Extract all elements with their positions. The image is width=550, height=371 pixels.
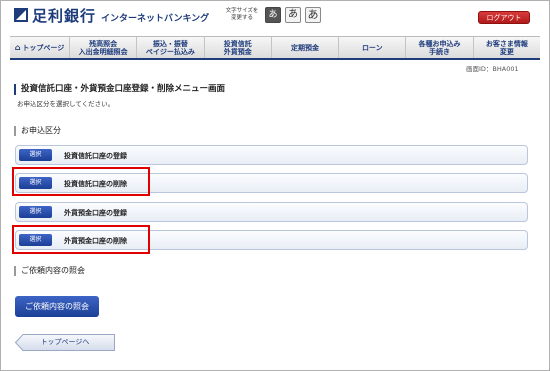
section-heading-apply: お申込区分 [14, 126, 61, 136]
header: 足利銀行 インターネットバンキング 文字サイズを 変更する あ あ あ ログアウ… [0, 0, 550, 36]
font-size-large-button[interactable]: あ [305, 7, 321, 23]
nav-item-loan[interactable]: ローン [339, 37, 407, 58]
nav-item-balance[interactable]: 残高照会 入出金明細照会 [70, 37, 138, 58]
nav-item-time-deposit[interactable]: 定期預金 [272, 37, 340, 58]
section-heading-inquiry: ご依頼内容の照会 [14, 266, 85, 276]
nav-item-investment[interactable]: 投資信託 外貨預金 [205, 37, 272, 58]
highlight-box [12, 167, 150, 196]
bank-logo-icon [14, 8, 28, 22]
instruction-text: お申込区分を選択してください。 [17, 100, 115, 108]
select-button[interactable]: 選択 [19, 206, 52, 218]
service-name: インターネットバンキング [101, 14, 210, 24]
global-nav: ⌂ トップページ 残高照会 入出金明細照会 振込・振替 ペイジー払込み 投資信託… [10, 36, 540, 60]
option-row-fx-register: 選択 外貨預金口座の登録 [15, 202, 528, 222]
home-icon: ⌂ [14, 42, 21, 52]
option-row-invest-register: 選択 投資信託口座の登録 [15, 145, 528, 165]
bank-name: 足利銀行 [32, 7, 97, 25]
back-button-label: トップページへ [40, 338, 90, 346]
nav-item-transfer[interactable]: 振込・振替 ペイジー払込み [137, 37, 205, 58]
back-to-top-button[interactable]: トップページへ [15, 334, 115, 351]
highlight-box [12, 225, 150, 254]
screen-id: 画面ID：BHA001 [466, 65, 519, 73]
font-size-medium-button[interactable]: あ [285, 7, 301, 23]
logout-button[interactable]: ログアウト [478, 11, 530, 24]
font-size-label: 文字サイズを 変更する [225, 8, 259, 21]
nav-item-top[interactable]: ⌂ トップページ [10, 37, 70, 58]
page-title: 投資信託口座・外貨預金口座登録・削除メニュー画面 [14, 84, 225, 95]
nav-item-customer-info[interactable]: お客さま情報 変更 [474, 37, 540, 58]
nav-item-applications[interactable]: 各種お申込み 手続き [406, 37, 474, 58]
inquiry-button[interactable]: ご依頼内容の照会 [15, 296, 99, 317]
nav-item-label: トップページ [22, 43, 65, 52]
option-label: 外貨預金口座の登録 [64, 209, 127, 217]
option-label: 投資信託口座の登録 [64, 152, 127, 160]
font-size-small-button[interactable]: あ [265, 7, 281, 23]
select-button[interactable]: 選択 [19, 149, 52, 161]
